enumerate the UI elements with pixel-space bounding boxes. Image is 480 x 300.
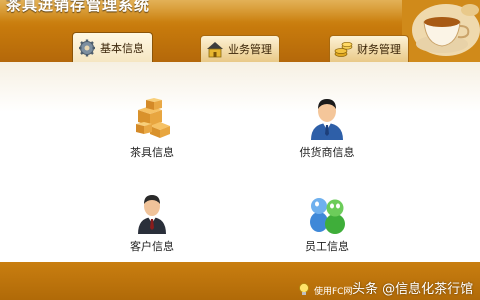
supplier-info-button[interactable]: 供货商信息 — [282, 96, 372, 160]
customer-info-label: 客户信息 — [130, 240, 174, 253]
coins-icon — [334, 41, 353, 57]
tea-set-info-button[interactable]: 茶具信息 — [107, 96, 197, 160]
tab-label: 财务管理 — [357, 43, 401, 56]
customer-person-icon — [138, 195, 166, 234]
employee-info-label: 员工信息 — [305, 240, 349, 253]
gear-icon — [79, 39, 95, 56]
boxes-icon — [136, 98, 170, 138]
teacup-logo-icon — [402, 0, 480, 62]
title-bar: 茶具进销存管理系统 基本信息 业务管理 财务管理 — [0, 0, 480, 62]
tab-label: 基本信息 — [100, 41, 144, 55]
status-bar: 使用FC网 头条 @信息化茶行馆 — [0, 262, 480, 300]
supplier-info-label: 供货商信息 — [299, 146, 355, 159]
tab-label: 业务管理 — [228, 43, 272, 56]
employees-icon — [310, 198, 345, 234]
watermark: 头条 @信息化茶行馆 — [352, 282, 474, 297]
lightbulb-icon — [299, 283, 309, 295]
tab-business-management[interactable]: 业务管理 — [200, 35, 280, 62]
status-text: 使用FC网 — [314, 287, 353, 297]
main-panel: 茶具信息 供货商信息 客户信息 员工信息 — [0, 62, 480, 262]
supplier-person-icon — [311, 99, 343, 140]
house-icon — [207, 42, 223, 58]
tab-finance-management[interactable]: 财务管理 — [329, 35, 409, 62]
tab-basic-info[interactable]: 基本信息 — [72, 32, 153, 62]
employee-info-button[interactable]: 员工信息 — [282, 190, 372, 254]
app-title: 茶具进销存管理系统 — [6, 0, 151, 14]
customer-info-button[interactable]: 客户信息 — [107, 190, 197, 254]
tea-set-info-label: 茶具信息 — [130, 146, 174, 159]
